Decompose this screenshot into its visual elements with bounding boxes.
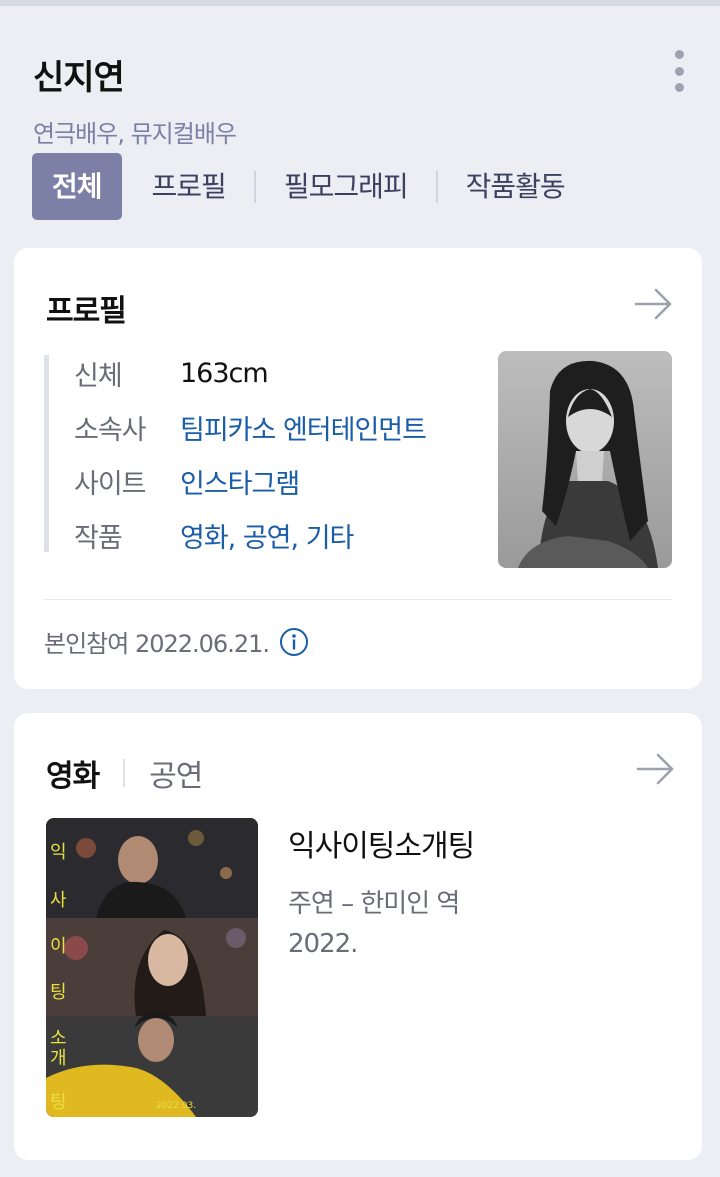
agency-link[interactable]: 팀피카소 엔터테인먼트	[180, 408, 427, 447]
movie-role: 주연 – 한미인 역	[288, 889, 460, 919]
svg-text:팅: 팅	[50, 982, 67, 1003]
svg-text:개: 개	[50, 1048, 67, 1069]
profile-card: 프로필 신체 163cm 소속사 팀피카소 엔터테인먼트 사이트 인스타그램 작…	[14, 248, 702, 689]
works-link[interactable]: 영화, 공연, 기타	[180, 516, 354, 555]
svg-text:이: 이	[50, 936, 67, 957]
tab-performance[interactable]: 공연	[149, 751, 203, 795]
info-row-site: 사이트 인스타그램	[74, 461, 300, 501]
movie-title-link[interactable]: 익사이팅소개팅	[288, 821, 475, 865]
card-divider	[44, 599, 672, 600]
profile-tabs: 전체 프로필 필모그래피 작품활동	[32, 153, 593, 220]
profile-card-title: 프로필	[46, 294, 127, 329]
movie-poster[interactable]: 익 사 이 팅 소 개 팅 2022.03.	[46, 818, 258, 1117]
svg-text:소: 소	[50, 1028, 67, 1049]
info-row-body: 신체 163cm	[74, 353, 269, 393]
arrow-right-icon[interactable]	[634, 286, 674, 322]
instagram-link[interactable]: 인스타그램	[180, 462, 300, 501]
tab-separator	[123, 759, 126, 787]
arrow-right-icon[interactable]	[636, 751, 676, 787]
works-tabs: 영화 공연	[46, 751, 203, 795]
info-row-agency: 소속사 팀피카소 엔터테인먼트	[74, 407, 427, 447]
tab-all[interactable]: 전체	[32, 153, 122, 220]
movie-year: 2022.	[288, 929, 358, 959]
person-occupation: 연극배우, 뮤지컬배우	[33, 120, 237, 148]
works-card: 영화 공연 익 사 이 팅 소 개 팅 2022.03. 익사이팅소개팅 주연 …	[14, 713, 702, 1160]
svg-text:팅: 팅	[50, 1092, 67, 1113]
info-accent-bar	[44, 355, 49, 552]
svg-text:사: 사	[50, 890, 67, 911]
svg-text:2022.03.: 2022.03.	[156, 1101, 196, 1111]
more-options-icon[interactable]	[664, 46, 694, 96]
info-key: 작품	[74, 522, 123, 554]
info-row-works: 작품 영화, 공연, 기타	[74, 515, 354, 555]
footnote-text: 본인참여 2022.06.21.	[44, 630, 270, 658]
tab-movie[interactable]: 영화	[46, 751, 100, 795]
person-name: 신지연	[33, 58, 125, 98]
tab-filmography[interactable]: 필모그래피	[256, 153, 436, 220]
tab-works-activity[interactable]: 작품활동	[438, 153, 593, 220]
profile-photo[interactable]	[498, 351, 672, 568]
info-key: 사이트	[74, 468, 147, 500]
tab-profile[interactable]: 프로필	[124, 153, 254, 220]
info-value: 163cm	[180, 357, 269, 389]
svg-text:익: 익	[50, 842, 67, 863]
info-key: 신체	[74, 360, 123, 392]
info-key: 소속사	[74, 414, 147, 446]
self-participation-note: 본인참여 2022.06.21.	[44, 624, 309, 659]
info-circle-icon[interactable]	[279, 627, 309, 657]
